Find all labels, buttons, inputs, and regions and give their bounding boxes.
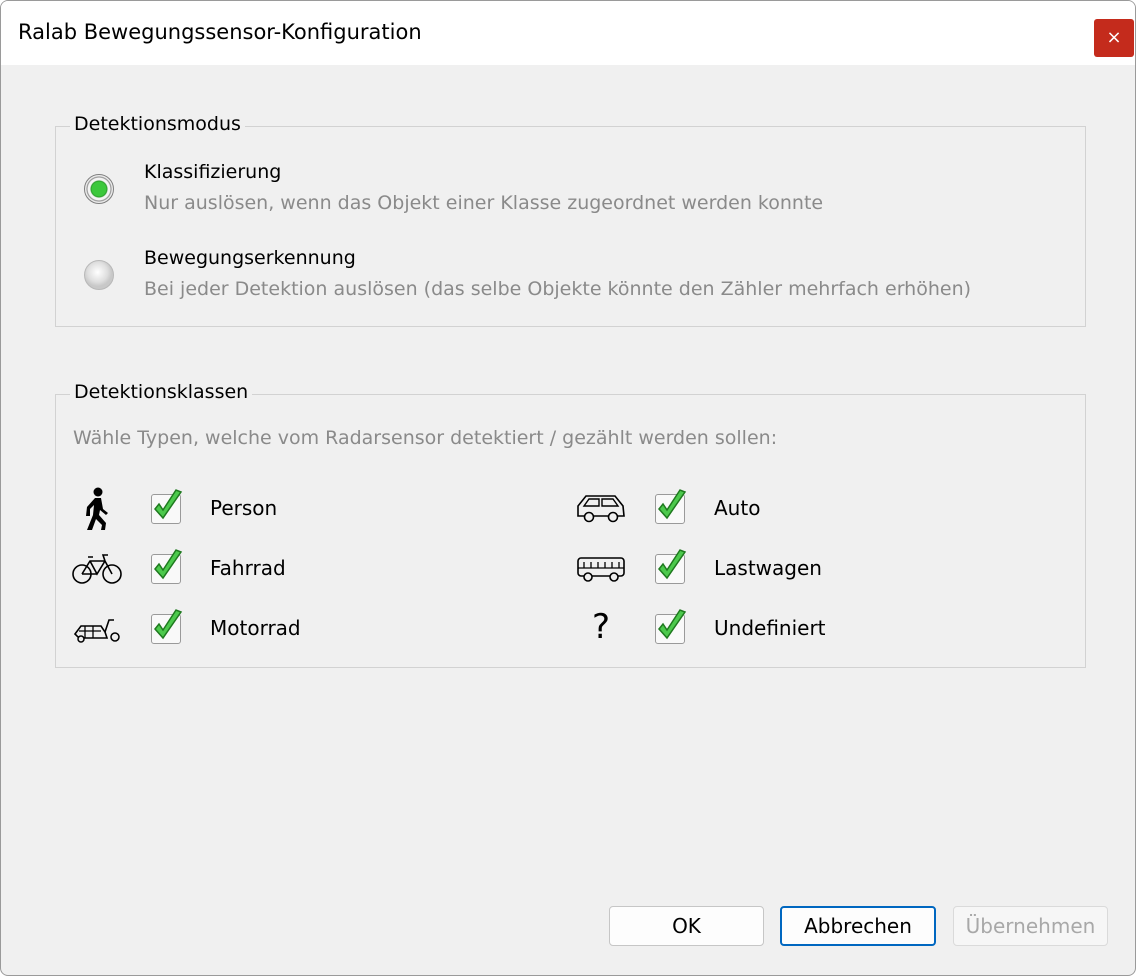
checkbox-person[interactable] [151, 489, 183, 524]
radio-classification[interactable] [84, 174, 114, 204]
option-classification-label[interactable]: Klassifizierung [144, 161, 281, 183]
class-label-motorrad: Motorrad [210, 616, 301, 640]
checkbox-fahrrad[interactable] [151, 549, 183, 584]
close-button[interactable]: × [1094, 19, 1134, 57]
option-motion-detection-description: Bei jeder Detektion auslösen (das selbe … [144, 278, 972, 300]
detection-mode-group-title: Detektionsmodus [70, 113, 245, 135]
class-label-auto: Auto [714, 496, 761, 520]
option-motion-detection-label[interactable]: Bewegungserkennung [144, 247, 356, 269]
car-icon [575, 489, 627, 529]
close-icon: × [1106, 27, 1122, 48]
bicycle-icon [71, 549, 123, 589]
detection-mode-group: Detektionsmodus Klassifizierung Nur ausl… [55, 113, 1086, 327]
question-mark-glyph: ? [591, 607, 611, 647]
class-label-fahrrad: Fahrrad [210, 556, 286, 580]
option-classification-description: Nur auslösen, wenn das Objekt einer Klas… [144, 192, 824, 214]
checkbox-motorrad[interactable] [151, 609, 183, 644]
title-bar: Ralab Bewegungssensor-Konfiguration × [1, 1, 1135, 65]
detection-classes-hint: Wähle Typen, welche vom Radarsensor dete… [73, 427, 778, 449]
person-walking-icon [71, 487, 123, 530]
class-label-undefiniert: Undefiniert [714, 616, 826, 640]
cancel-button[interactable]: Abbrechen [780, 906, 936, 946]
class-label-person: Person [210, 496, 278, 520]
radio-motion-detection[interactable] [84, 260, 114, 290]
ok-button[interactable]: OK [609, 906, 764, 946]
window-title: Ralab Bewegungssensor-Konfiguration [18, 20, 422, 44]
checkbox-auto[interactable] [655, 489, 687, 524]
motorcycle-icon [71, 609, 123, 649]
checkbox-undefiniert[interactable] [655, 609, 687, 644]
detection-classes-group: Detektionsklassen Wähle Typen, welche vo… [55, 381, 1086, 668]
detection-classes-group-title: Detektionsklassen [70, 381, 253, 403]
class-label-lastwagen: Lastwagen [714, 556, 822, 580]
checkbox-lastwagen[interactable] [655, 549, 687, 584]
dialog-window: Ralab Bewegungssensor-Konfiguration × De… [0, 0, 1136, 976]
apply-button[interactable]: Übernehmen [953, 906, 1108, 946]
truck-icon [575, 549, 627, 589]
question-mark-icon: ? [575, 607, 627, 647]
